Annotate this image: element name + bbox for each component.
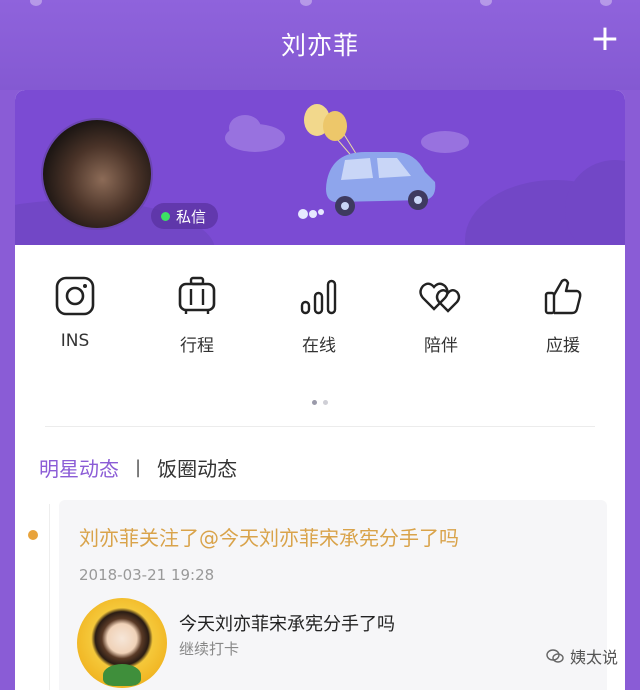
feed-tabs: 明星动态 | 饭圈动态 bbox=[39, 452, 237, 482]
signal-bars-icon bbox=[300, 279, 337, 315]
wechat-icon bbox=[546, 649, 564, 663]
timeline-line bbox=[49, 504, 50, 690]
watermark-text: 姨太说 bbox=[569, 648, 618, 667]
page-title: 刘亦菲 bbox=[280, 31, 359, 60]
timeline-dot bbox=[28, 530, 38, 540]
quick-actions: INS 行程 在线 陪伴 应援 bbox=[15, 275, 625, 370]
page-indicator bbox=[15, 392, 625, 405]
profile-banner: 私信 bbox=[15, 90, 625, 245]
avatar[interactable] bbox=[41, 118, 153, 230]
tab-fan-updates[interactable]: 饭圈动态 bbox=[157, 453, 237, 482]
status-bar bbox=[0, 0, 640, 10]
status-icon bbox=[30, 0, 42, 6]
quick-action-ins[interactable]: INS bbox=[25, 275, 125, 351]
quick-action-label: 行程 bbox=[180, 336, 214, 356]
battery-icon bbox=[600, 0, 612, 6]
page-dot-active bbox=[312, 400, 317, 405]
quick-action-label: 应援 bbox=[546, 336, 580, 356]
page-dot bbox=[323, 400, 328, 405]
quick-action-label: INS bbox=[60, 331, 90, 351]
feed-timestamp: 2018-03-21 19:28 bbox=[79, 566, 215, 584]
online-status-dot bbox=[161, 211, 170, 221]
account-avatar[interactable] bbox=[77, 598, 167, 688]
quick-action-label: 在线 bbox=[302, 336, 336, 356]
feed-item[interactable]: 刘亦菲关注了@今天刘亦菲宋承宪分手了吗 2018-03-21 19:28 今天刘… bbox=[59, 500, 607, 690]
feed-headline[interactable]: 刘亦菲关注了@今天刘亦菲宋承宪分手了吗 bbox=[79, 522, 459, 551]
status-time bbox=[300, 0, 312, 6]
luggage-icon bbox=[178, 276, 216, 314]
private-message-label: 私信 bbox=[176, 207, 207, 226]
divider bbox=[45, 426, 595, 427]
watermark: 姨太说 bbox=[546, 644, 618, 668]
quick-action-schedule[interactable]: 行程 bbox=[147, 275, 247, 356]
hearts-icon bbox=[419, 282, 461, 313]
tab-star-updates[interactable]: 明星动态 bbox=[39, 453, 119, 482]
app-header: 刘亦菲 + bbox=[0, 0, 640, 90]
quick-action-online[interactable]: 在线 bbox=[269, 275, 369, 356]
quick-action-support[interactable]: 应援 bbox=[513, 275, 613, 356]
account-name[interactable]: 今天刘亦菲宋承宪分手了吗 bbox=[179, 610, 395, 636]
quick-action-companion[interactable]: 陪伴 bbox=[391, 275, 491, 356]
status-icon bbox=[480, 0, 492, 6]
add-button[interactable]: + bbox=[588, 21, 622, 57]
tab-separator: | bbox=[135, 456, 142, 478]
thumbs-up-icon bbox=[544, 278, 582, 315]
private-message-button[interactable]: 私信 bbox=[151, 203, 219, 229]
profile-card: 私信 INS 行程 在线 陪伴 应援 明星动态 | 饭圈动态 刘亦菲关注了@今天… bbox=[15, 90, 625, 690]
instagram-icon bbox=[55, 276, 95, 316]
quick-action-label: 陪伴 bbox=[424, 336, 458, 356]
account-description: 继续打卡 bbox=[179, 640, 240, 658]
